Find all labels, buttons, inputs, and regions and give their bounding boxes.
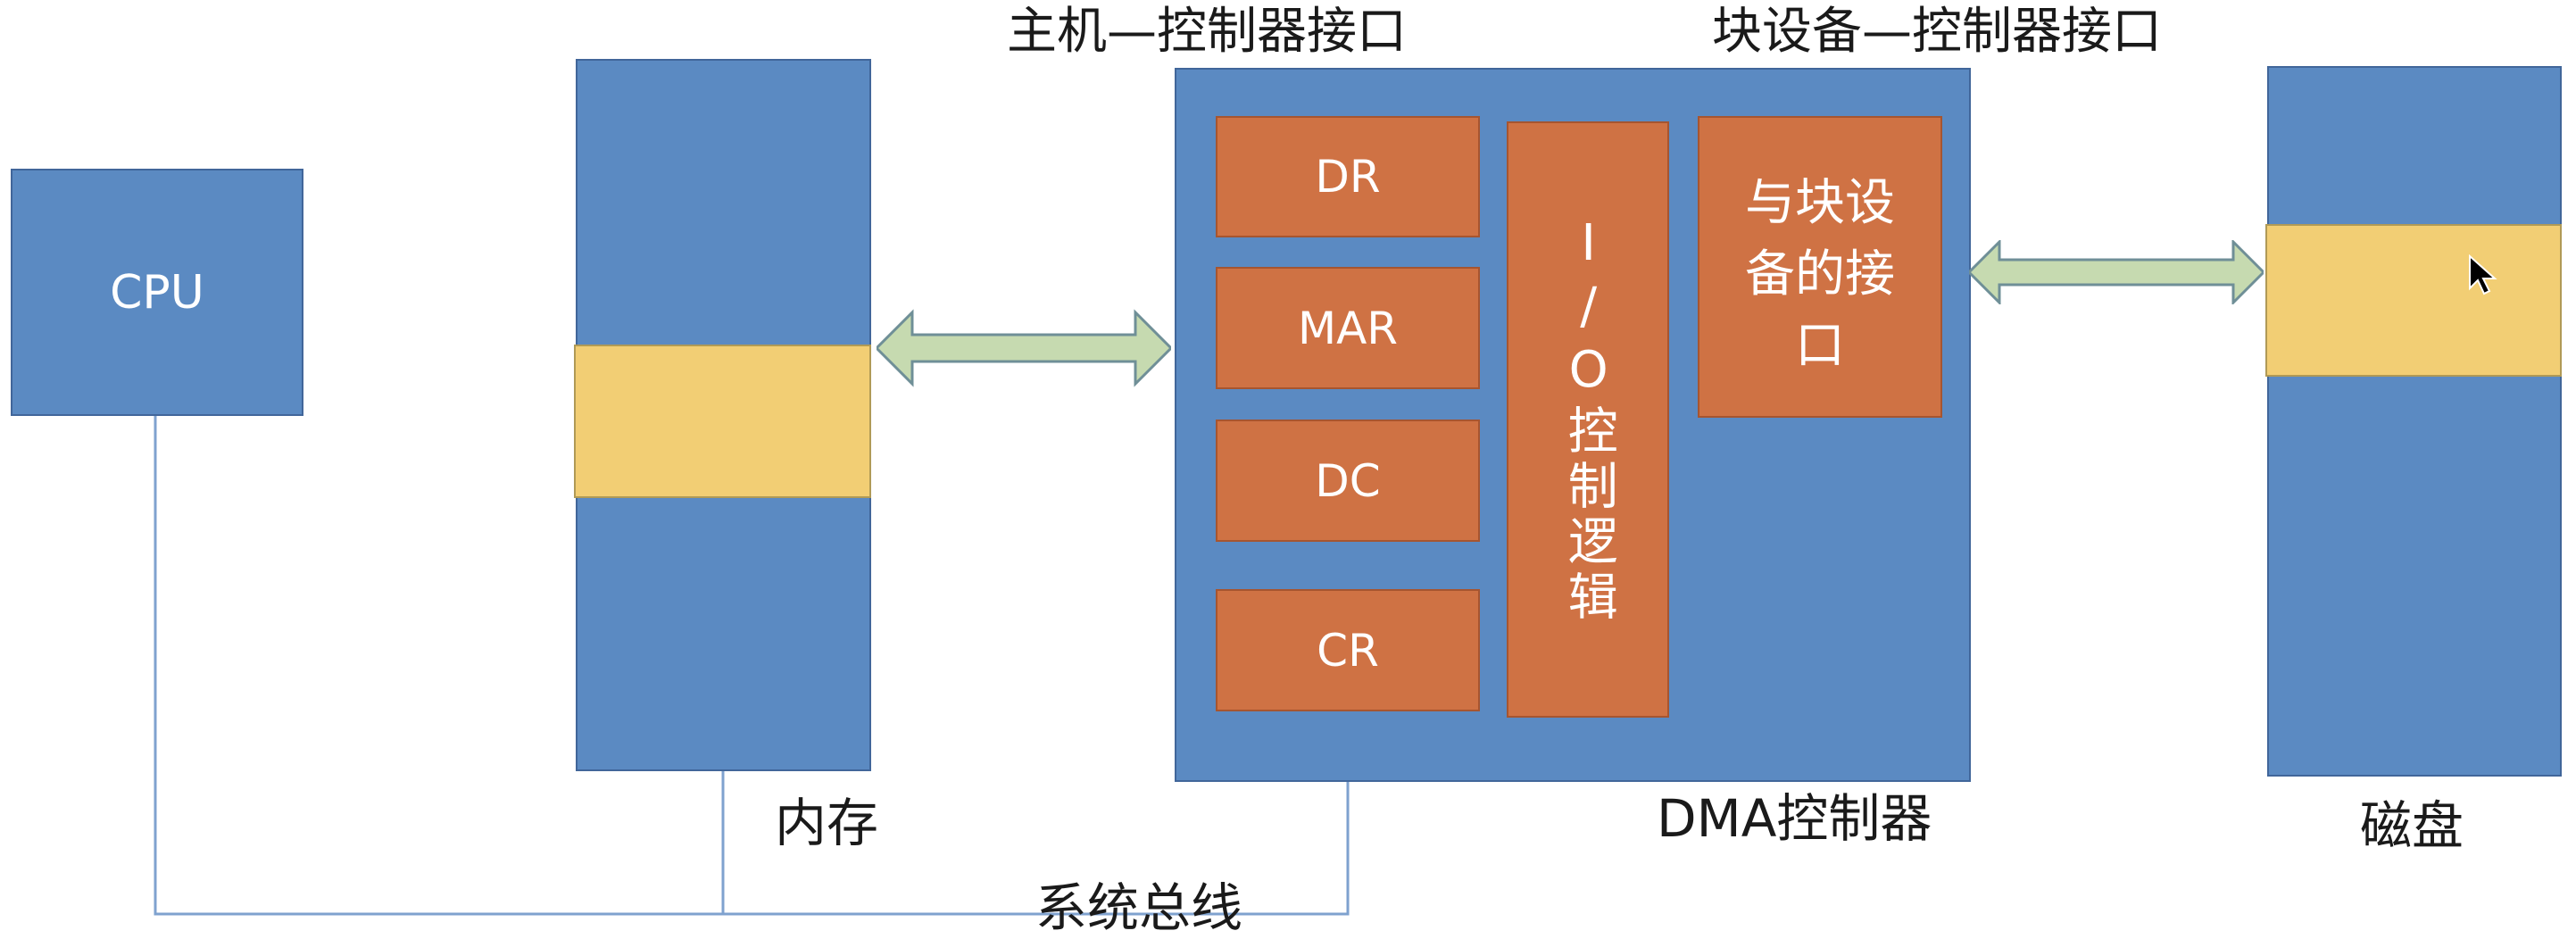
dc-label: DC [1315, 454, 1381, 507]
block-device-interface-box: 与块设 备的接 口 [1698, 116, 1942, 418]
dr-label: DR [1315, 151, 1381, 203]
dc-register: DC [1216, 420, 1480, 542]
dma-controller-label: DMA控制器 [1657, 788, 1932, 849]
io-control-logic-box: I/O控制逻辑 [1507, 121, 1669, 718]
bidirectional-arrow-icon [1969, 240, 2264, 304]
host-interface-label: 主机—控制器接口 [1007, 3, 1407, 61]
memory-buffer-block [574, 345, 871, 498]
cr-label: CR [1317, 624, 1379, 677]
mar-label: MAR [1297, 302, 1399, 354]
cpu-box: CPU [11, 169, 303, 416]
block-device-interface-label: 块设备—控制器接口 [1712, 3, 2162, 61]
dr-register: DR [1216, 116, 1480, 237]
disk-box [2267, 66, 2562, 777]
disk-label: 磁盘 [2360, 795, 2464, 856]
mar-register: MAR [1216, 267, 1480, 389]
diagram-canvas: CPU 内存 主机—控制器接口 块设备—控制器接口 DR MAR DC CR I… [0, 0, 2576, 939]
cr-register: CR [1216, 589, 1480, 711]
block-interface-line-3: 口 [1795, 317, 1845, 375]
block-interface-line-1: 与块设 [1745, 174, 1895, 232]
io-control-logic-label: I/O控制逻辑 [1559, 213, 1618, 626]
system-bus-label: 系统总线 [1035, 877, 1243, 938]
block-interface-line-2: 备的接 [1745, 245, 1895, 303]
bidirectional-arrow-icon [877, 309, 1171, 387]
cpu-label: CPU [110, 265, 204, 320]
mouse-cursor-icon [2469, 254, 2497, 295]
memory-label: 内存 [775, 793, 879, 853]
disk-data-block [2265, 224, 2562, 377]
